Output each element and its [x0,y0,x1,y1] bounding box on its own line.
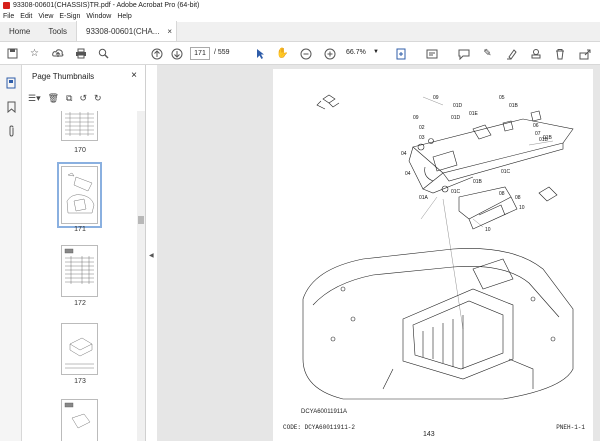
tab-bar: Home Tools 93308-00601(CHA... × [0,21,600,42]
extract-page-icon[interactable]: ⧉ [66,93,72,104]
page-total: / 559 [214,49,230,56]
part-label: 01C [451,189,461,195]
part-label: 09 [433,95,439,101]
part-label: 08 [499,191,505,197]
stamp-icon[interactable] [529,47,542,60]
close-icon[interactable]: × [131,70,137,81]
page-number: 143 [423,431,435,438]
part-label: 01D [453,103,463,109]
page-thumbnails-icon[interactable] [5,77,17,89]
exploded-parts-diagram: 09 01D 05 01B 01E 02 03 01D 09 04 06 07 … [302,94,574,400]
rotate-left-icon[interactable]: ↺ [79,93,87,104]
bookmarks-icon[interactable] [5,101,17,113]
thumbnail-list: 170 171 172 173 [22,111,138,441]
thumbnail-label: 170 [74,147,86,154]
part-label: 02 [419,125,425,131]
tab-document-label: 93308-00601(CHA... [86,26,160,36]
arrow-down-icon[interactable] [170,47,183,60]
delete-page-icon[interactable]: 🗑 [48,93,59,104]
menu-edit[interactable]: Edit [20,13,32,20]
thumbnail-label: 173 [74,378,86,385]
select-cursor-icon[interactable] [253,47,266,60]
part-label: 01E [469,111,479,117]
panel-title: Page Thumbnails [32,72,95,81]
bookmark-icon[interactable]: ☆ [28,47,41,60]
part-label: 04 [401,151,407,157]
page-fit-icon[interactable] [394,47,407,60]
upload-icon[interactable] [51,47,64,60]
menu-window[interactable]: Window [86,13,111,20]
options-menu-icon[interactable]: ☰▾ [28,93,41,104]
pen-icon[interactable]: ✎ [481,47,494,60]
part-label: 10 [519,205,525,211]
thumbnail-174[interactable] [61,399,98,441]
collapse-panel-icon[interactable]: ◀ [149,252,154,259]
title-bar: 93308-00601(CHASSIS)TR.pdf - Adobe Acrob… [0,0,600,11]
thumbnail-scrollbar[interactable] [137,111,145,441]
zoom-level[interactable]: 66.7% [346,49,366,56]
search-icon[interactable] [97,47,110,60]
part-label: 01C [501,169,511,175]
arrow-up-icon[interactable] [150,47,163,60]
close-icon[interactable]: × [167,27,172,36]
form-icon[interactable] [425,47,438,60]
menu-help[interactable]: Help [117,13,131,20]
part-label: 03 [419,135,425,141]
page-code: CODE: DCYA60011911-2 [283,424,356,431]
part-label: 01B [509,103,519,109]
figure-id: DCYA60011911A [301,409,348,415]
document-area: 09 01D 05 01B 01E 02 03 01D 09 04 06 07 … [157,65,600,441]
part-label: 06 [533,123,539,129]
part-label: 09 [413,115,419,121]
tab-home[interactable]: Home [0,21,39,41]
save-icon[interactable] [6,47,19,60]
part-label: 05 [499,95,505,101]
tab-tools[interactable]: Tools [39,21,76,41]
thumbnail-171[interactable] [57,162,102,228]
part-label: 01A [419,195,429,201]
thumbnails-panel: Page Thumbnails × ☰▾ 🗑 ⧉ ↺ ↻ 170 171 172… [22,65,146,441]
thumbnail-label: 171 [74,226,86,233]
delete-icon[interactable] [553,47,566,60]
menu-view[interactable]: View [38,13,53,20]
page-number-input[interactable]: 171 [190,47,210,60]
print-icon[interactable] [74,47,87,60]
zoom-out-icon[interactable] [299,47,312,60]
part-label: 08 [515,195,521,201]
highlight-icon[interactable] [505,47,518,60]
thumbnail-label: 172 [74,300,86,307]
panel-toolbar: ☰▾ 🗑 ⧉ ↺ ↻ [28,91,109,105]
part-label: 01B [473,179,483,185]
attachment-icon[interactable] [5,125,17,137]
menu-file[interactable]: File [3,13,14,20]
chevron-down-icon[interactable]: ▼ [373,49,379,55]
scrollbar-thumb[interactable] [138,216,144,224]
thumbnail-170[interactable] [61,111,98,141]
pdf-page: 09 01D 05 01B 01E 02 03 01D 09 04 06 07 … [273,69,593,441]
thumbnail-172[interactable] [61,245,98,297]
left-rail [0,65,22,441]
menu-esign[interactable]: E-Sign [59,13,80,20]
part-label: 04 [405,171,411,177]
share-icon[interactable] [578,47,591,60]
part-label: 01D [451,115,461,121]
comment-icon[interactable] [457,47,470,60]
tab-document[interactable]: 93308-00601(CHA... × [76,21,178,41]
tab-tools-label: Tools [48,26,68,36]
thumbnail-173[interactable] [61,323,98,375]
page-ref-code: PNEH-1-1 [556,424,585,431]
window-title: 93308-00601(CHASSIS)TR.pdf - Adobe Acrob… [13,2,200,9]
toolbar: ☆ 171 / 559 ✋ 66.7% ▼ ✎ [0,42,600,65]
part-label: 01B [543,135,553,141]
hand-icon[interactable]: ✋ [276,47,289,60]
zoom-in-icon[interactable] [323,47,336,60]
part-label: 10 [485,227,491,233]
tab-home-label: Home [9,26,31,36]
rotate-right-icon[interactable]: ↻ [94,93,102,104]
acrobat-icon [3,2,10,9]
